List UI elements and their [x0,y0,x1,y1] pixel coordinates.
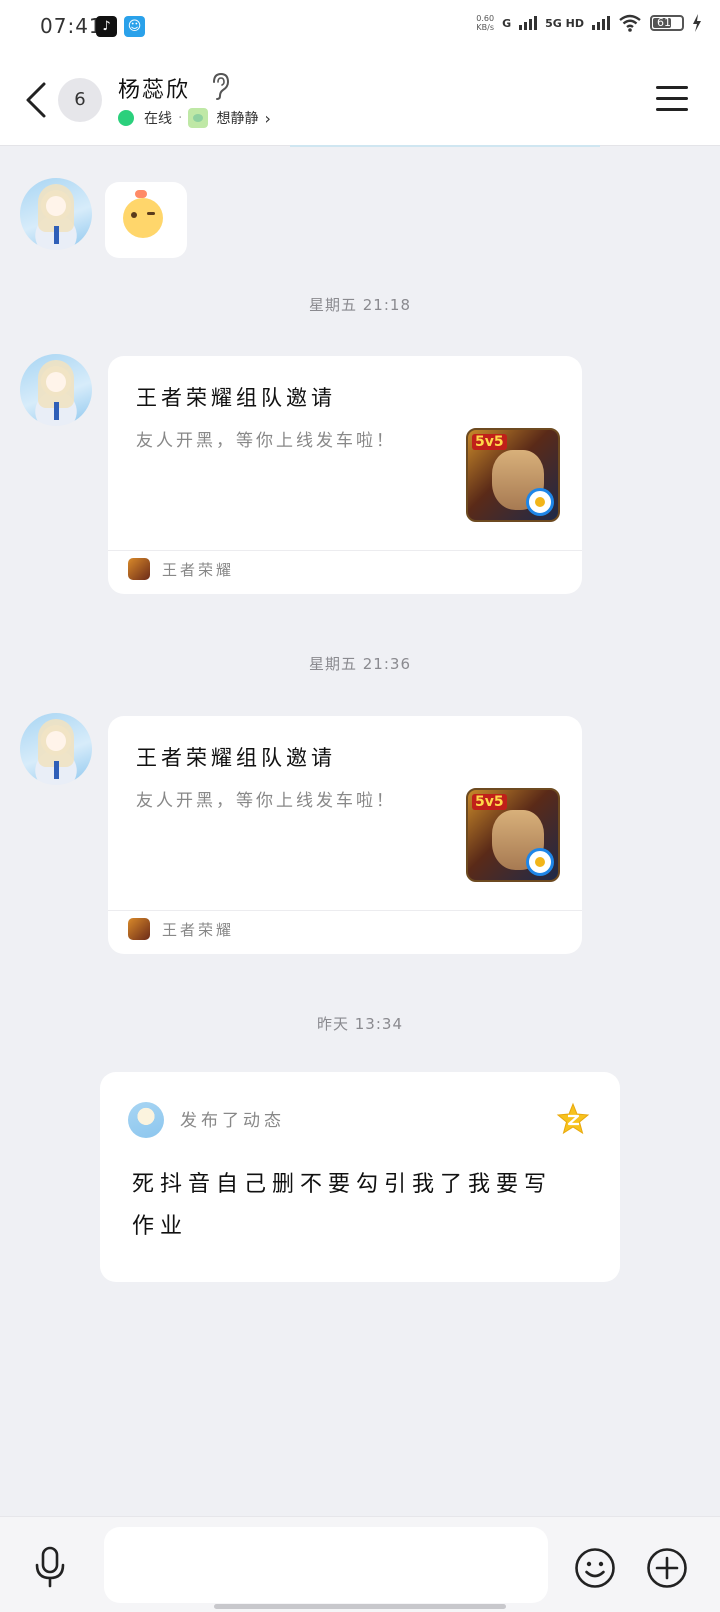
card-title: 王者荣耀组队邀请 [136,386,336,410]
signal2-icon [592,16,610,30]
card-description: 友人开黑，等你上线发车啦！ [136,791,396,811]
status-bar: 07:41 ♪ ☺ 0.60 KB/s G 5G HD 61 [0,0,720,56]
microphone-icon [35,1546,65,1588]
mood-icon [188,108,209,128]
net-rate: 0.60 KB/s [476,14,494,32]
mood-text: 想静静 [216,111,259,127]
battery-level: 61 [657,16,671,29]
timestamp: 昨天 13:34 [317,1015,403,1033]
more-button[interactable] [646,1547,688,1589]
feed-post-card[interactable]: 发布了动态 死抖音自己删不要勾引我了我要写作业 [100,1072,620,1282]
header-accent-line [290,145,600,147]
hug-sticker-icon [123,198,163,238]
contact-avatar[interactable] [20,178,92,250]
net-rate-unit: KB/s [476,23,494,32]
game-thumbnail: 5v5 [466,788,560,882]
chat-header: 6 杨蕊欣 在线 · 想静静 › [0,56,720,147]
game-app-icon [128,558,150,580]
menu-icon-line [656,97,688,100]
card-source: 王者荣耀 [128,558,234,580]
game-thumbnail: 5v5 [466,428,560,522]
post-action: 发布了动态 [180,1111,285,1131]
card-source-label: 王者荣耀 [162,920,235,939]
tencent-logo-icon [526,488,554,516]
sticker-message[interactable] [105,182,187,258]
timestamp: 星期五 21:36 [309,655,411,673]
ear-icon[interactable] [210,72,230,100]
plus-circle-icon [647,1548,687,1588]
battery-icon: 61 [650,15,684,31]
signal1-label: G [502,16,512,30]
card-source-label: 王者荣耀 [162,560,235,579]
smiley-icon [575,1548,615,1588]
contact-avatar[interactable] [20,713,92,785]
card-title: 王者荣耀组队邀请 [136,746,336,770]
divider [108,910,582,911]
menu-icon-line [656,86,688,89]
status-time: 07:41 [40,14,103,38]
contact-avatar[interactable] [20,354,92,426]
menu-icon-line [656,108,688,111]
menu-button[interactable] [656,86,688,112]
online-status: 在线 [144,111,172,127]
emoji-button[interactable] [574,1547,616,1589]
contact-name[interactable]: 杨蕊欣 [118,72,190,104]
post-text: 死抖音自己删不要勾引我了我要写作业 [132,1172,553,1239]
thumb-badge: 5v5 [472,794,507,810]
online-dot-icon [118,110,134,126]
message-input[interactable] [104,1527,548,1603]
chevron-right-icon: › [264,108,271,128]
card-source: 王者荣耀 [128,918,234,940]
chevron-left-icon [26,82,46,118]
status-row[interactable]: 在线 · 想静静 › [118,108,271,128]
home-indicator[interactable] [214,1604,506,1609]
wifi-icon [619,14,641,32]
game-app-icon [128,918,150,940]
post-avatar [128,1102,164,1138]
thumb-badge: 5v5 [472,434,507,450]
divider [108,550,582,551]
unread-count-badge[interactable]: 6 [58,78,102,122]
game-invite-card[interactable]: 王者荣耀组队邀请 友人开黑，等你上线发车啦！ 5v5 王者荣耀 [108,356,582,594]
game-invite-card[interactable]: 王者荣耀组队邀请 友人开黑，等你上线发车啦！ 5v5 王者荣耀 [108,716,582,954]
signal2-label: 5G HD [545,16,584,30]
sticker-bow-icon [135,190,147,198]
douyin-icon: ♪ [96,16,117,37]
timestamp: 星期五 21:18 [309,296,411,314]
net-rate-value: 0.60 [476,14,495,23]
status-indicators: 0.60 KB/s G 5G HD 61 [476,14,702,32]
back-button[interactable] [22,78,52,122]
charging-icon [693,14,701,32]
status-separator: · [178,110,183,126]
input-bar [0,1516,720,1612]
signal1-icon [519,16,538,30]
qq-browser-icon: ☺ [124,16,145,37]
tencent-logo-icon [526,848,554,876]
qzone-star-icon [556,1102,590,1135]
voice-button[interactable] [30,1545,70,1589]
card-description: 友人开黑，等你上线发车啦！ [136,431,396,451]
